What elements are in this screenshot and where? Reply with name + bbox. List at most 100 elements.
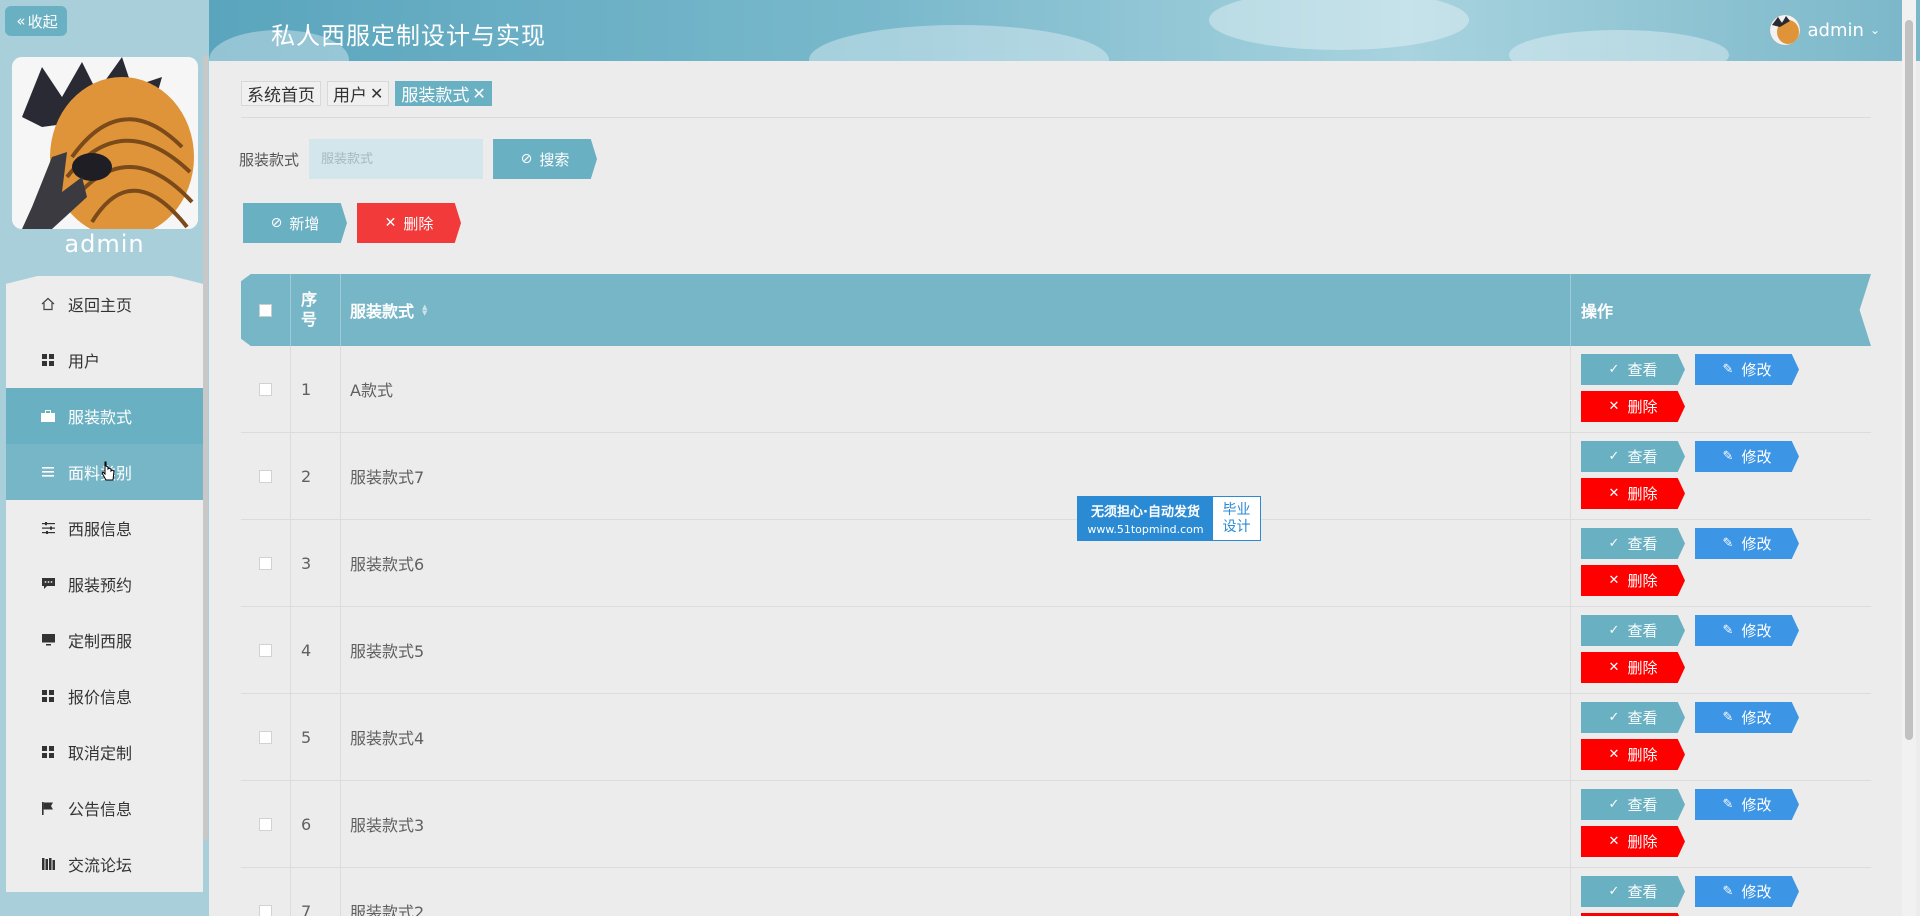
header-select-all[interactable] [241, 274, 291, 346]
close-icon[interactable]: ✕ [370, 84, 383, 103]
user-name: admin [1807, 19, 1864, 41]
sidebar-item-forum[interactable]: 交流论坛 [6, 836, 203, 892]
edit-icon: ✎ [1722, 797, 1734, 812]
column-header-style[interactable]: 服装款式 ▲ ▼ [341, 274, 1571, 346]
chat-icon [39, 576, 57, 592]
checkbox[interactable] [259, 382, 272, 396]
column-header-index: 序号 [291, 274, 341, 346]
view-button[interactable]: ✓ 查看 [1581, 441, 1685, 472]
search-button[interactable]: ⊘ 搜索 [493, 139, 598, 179]
cell-text: 1 [301, 379, 312, 399]
edit-button[interactable]: ✎ 修改 [1695, 615, 1799, 646]
briefcase-icon [39, 408, 57, 424]
delete-button[interactable]: ✕ 删除 [1581, 739, 1685, 770]
sidebar-scrollbar[interactable] [203, 55, 208, 840]
edit-button[interactable]: ✎ 修改 [1695, 789, 1799, 820]
scrollbar-thumb[interactable] [1905, 20, 1913, 740]
edit-button[interactable]: ✎ 修改 [1695, 702, 1799, 733]
view-button[interactable]: ✓ 查看 [1581, 528, 1685, 559]
add-button-label: 新增 [289, 214, 320, 233]
row-select-cell[interactable] [241, 694, 291, 780]
delete-button[interactable]: ✕ 删除 [1581, 826, 1685, 857]
sidebar-item-announcements[interactable]: 公告信息 [6, 780, 203, 836]
watermark-ad[interactable]: 无须担心·自动发货 www.51topmind.com 毕业 设计 [1077, 496, 1261, 541]
row-select-cell[interactable] [241, 781, 291, 867]
grid-icon [39, 688, 57, 704]
edit-button[interactable]: ✎ 修改 [1695, 528, 1799, 559]
user-avatar [1769, 15, 1800, 45]
ad-badge: 毕业 设计 [1213, 497, 1260, 540]
row-select-cell[interactable] [241, 868, 291, 916]
search-input[interactable] [309, 139, 484, 179]
sidebar-item-cancellations[interactable]: 取消定制 [6, 724, 203, 780]
avatar [12, 57, 198, 229]
view-button[interactable]: ✓ 查看 [1581, 702, 1685, 733]
sidebar-item-clothing-styles[interactable]: 服装款式 [6, 388, 203, 444]
view-button[interactable]: ✓ 查看 [1581, 615, 1685, 646]
delete-button[interactable]: ✕ 删除 [1581, 391, 1685, 422]
sidebar-item-suit-info[interactable]: 西服信息 [6, 500, 203, 556]
edit-button[interactable]: ✎ 修改 [1695, 876, 1799, 907]
checkbox[interactable] [259, 904, 272, 916]
close-icon[interactable]: ✕ [472, 84, 485, 103]
tab-bar: 系统首页 用户 ✕ 服装款式 ✕ [241, 81, 492, 106]
sliders-icon [39, 520, 57, 536]
close-icon: ✕ [1608, 747, 1620, 762]
check-icon: ✓ [1608, 536, 1620, 551]
cell-text: 7 [301, 901, 312, 916]
view-button[interactable]: ✓ 查看 [1581, 354, 1685, 385]
row-index: 6 [291, 781, 341, 867]
main-content: 系统首页 用户 ✕ 服装款式 ✕ 服装款式 ⊘ 搜索 ⊘ 新增 ✕ 删除 [209, 61, 1902, 916]
sidebar-item-label: 面料类别 [68, 464, 133, 483]
checkbox[interactable] [259, 556, 272, 570]
collapse-button[interactable]: « 收起 [5, 6, 67, 36]
sidebar-item-home[interactable]: 返回主页 [6, 276, 203, 332]
delete-button[interactable]: ✕ 删除 [1581, 478, 1685, 509]
row-select-cell[interactable] [241, 520, 291, 606]
sidebar-item-label: 交流论坛 [68, 856, 133, 875]
delete-button[interactable]: ✕ 删除 [1581, 565, 1685, 596]
edit-button[interactable]: ✎ 修改 [1695, 354, 1799, 385]
flag-icon [39, 800, 57, 816]
delete-label: 删除 [1627, 746, 1658, 764]
row-index: 7 [291, 868, 341, 916]
edit-button[interactable]: ✎ 修改 [1695, 441, 1799, 472]
delete-button[interactable]: ✕ 删除 [1581, 652, 1685, 683]
sidebar-item-custom-suits[interactable]: 定制西服 [6, 612, 203, 668]
double-chevron-left-icon: « [16, 12, 26, 30]
action-bar: ⊘ 新增 ✕ 删除 [243, 203, 461, 243]
sidebar-item-quotes[interactable]: 报价信息 [6, 668, 203, 724]
edit-label: 修改 [1741, 709, 1772, 727]
sidebar-item-appointments[interactable]: 服装预约 [6, 556, 203, 612]
tab-users[interactable]: 用户 ✕ [327, 81, 390, 106]
sort-icon[interactable]: ▲ ▼ [422, 304, 427, 317]
add-button[interactable]: ⊘ 新增 [243, 203, 347, 243]
user-menu[interactable]: admin ⌄ [1769, 15, 1880, 45]
table-body: 1 A款式 ✓ 查看 ✎ 修改 ✕ 删除 2 服装款式7 ✓ 查看 ✎ 修改 ✕ 删除 3 … [241, 346, 1871, 916]
bulk-delete-button[interactable]: ✕ 删除 [357, 203, 461, 243]
checkbox[interactable] [259, 817, 272, 831]
sidebar-item-users[interactable]: 用户 [6, 332, 203, 388]
cell-text: 4 [301, 640, 312, 660]
checkbox[interactable] [259, 303, 272, 317]
check-circle-icon: ⊘ [270, 215, 283, 231]
checkbox[interactable] [259, 469, 272, 483]
checkbox[interactable] [259, 643, 272, 657]
tab-home[interactable]: 系统首页 [241, 81, 321, 106]
view-button[interactable]: ✓ 查看 [1581, 876, 1685, 907]
edit-icon: ✎ [1722, 536, 1734, 551]
tab-clothing-styles[interactable]: 服装款式 ✕ [395, 81, 492, 106]
checkbox[interactable] [259, 730, 272, 744]
row-select-cell[interactable] [241, 433, 291, 519]
view-button[interactable]: ✓ 查看 [1581, 789, 1685, 820]
cell-text: 服装款式7 [350, 468, 425, 487]
row-select-cell[interactable] [241, 346, 291, 432]
search-button-label: 搜索 [539, 150, 570, 169]
table-row: 1 A款式 ✓ 查看 ✎ 修改 ✕ 删除 [241, 346, 1871, 433]
close-icon: ✕ [1608, 660, 1620, 675]
row-style-name: 服装款式7 [341, 433, 1571, 519]
row-select-cell[interactable] [241, 607, 291, 693]
edit-icon: ✎ [1722, 623, 1734, 638]
row-actions: ✓ 查看 ✎ 修改 ✕ 删除 [1571, 346, 1871, 432]
page-scrollbar[interactable] [1902, 0, 1916, 916]
